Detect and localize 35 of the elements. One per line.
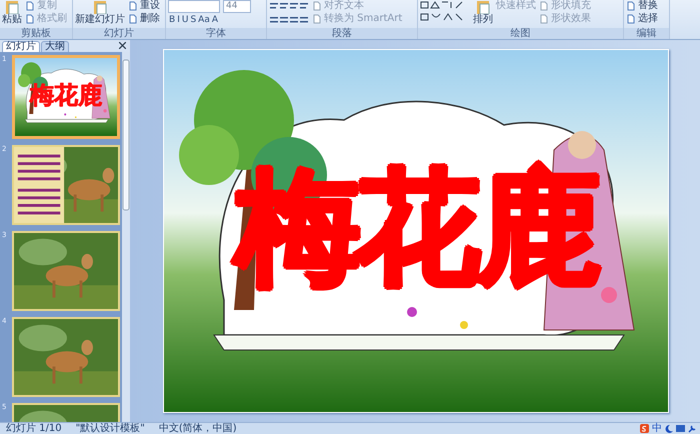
ribbon-button[interactable]: 选择 xyxy=(626,13,658,25)
format-button[interactable]: I xyxy=(176,14,181,26)
ime-mode[interactable]: 中 xyxy=(652,423,662,434)
format-button[interactable]: U xyxy=(180,14,190,26)
panel-tab[interactable]: 大纲 xyxy=(41,41,69,52)
ribbon-button[interactable]: 粘贴 xyxy=(2,0,22,25)
group-label: 绘图 xyxy=(418,28,623,39)
ime-logo-icon xyxy=(640,424,649,433)
wrench-icon xyxy=(688,424,696,432)
status-text: 幻灯片 1/10 xyxy=(6,423,62,434)
font-name-field[interactable] xyxy=(168,0,220,13)
ribbon-button[interactable]: 替换 xyxy=(626,0,658,12)
scrollbar[interactable] xyxy=(122,52,130,422)
format-button[interactable]: A xyxy=(210,14,219,26)
status-text: "默认设计模板" xyxy=(76,423,145,434)
format-button[interactable]: B xyxy=(168,14,176,26)
ribbon-button[interactable]: 排列 xyxy=(473,0,493,25)
moon-icon xyxy=(665,424,673,432)
clipboard-icon xyxy=(475,0,491,14)
ribbon-button[interactable]: 新建幻灯片 xyxy=(75,0,125,25)
group-label: 编辑 xyxy=(624,28,669,39)
panel-tab[interactable]: 幻灯片 xyxy=(2,41,40,52)
ribbon-button[interactable]: 删除 xyxy=(128,13,160,25)
format-button[interactable]: S xyxy=(189,14,198,26)
group-label: 字体 xyxy=(166,28,266,39)
clipboard-icon xyxy=(4,0,20,14)
group-label: 段落 xyxy=(267,28,417,39)
ribbon-button[interactable]: 重设 xyxy=(128,0,160,12)
status-text: 中文(简体，中国) xyxy=(158,423,237,434)
font-size-field[interactable]: 44 xyxy=(223,0,251,13)
format-button[interactable]: Aa xyxy=(197,14,211,26)
clipboard-icon xyxy=(92,0,108,14)
group-label: 剪贴板 xyxy=(0,28,72,39)
group-label: 幻灯片 xyxy=(73,28,165,39)
close-icon[interactable] xyxy=(119,42,126,49)
